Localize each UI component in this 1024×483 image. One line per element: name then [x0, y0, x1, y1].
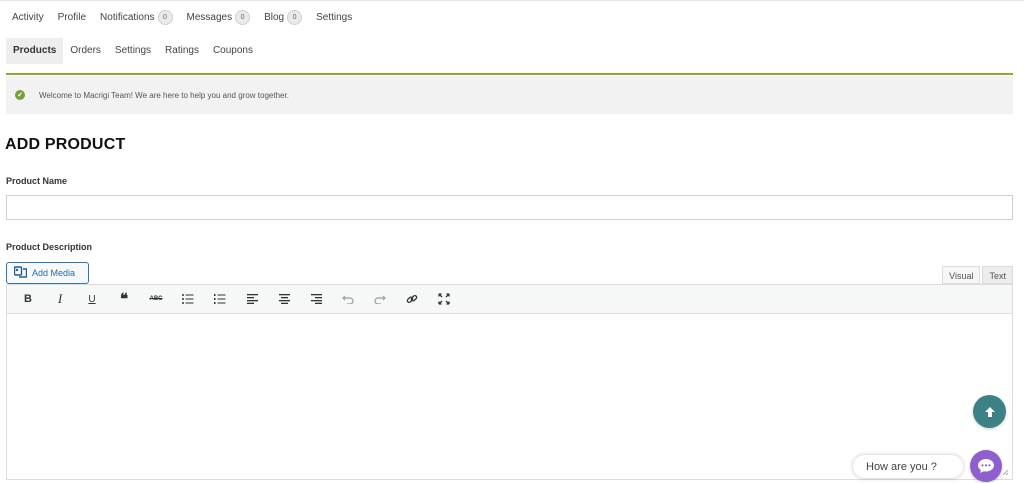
bulleted-list-icon [182, 294, 194, 304]
quote-icon: ❝ [119, 291, 129, 308]
nav-settings-label: Settings [316, 11, 353, 23]
nav-activity[interactable]: Activity [12, 12, 44, 23]
numbered-list-button[interactable] [209, 289, 231, 309]
link-icon [406, 294, 418, 304]
numbered-list-icon [214, 294, 226, 304]
align-right-button[interactable] [305, 289, 327, 309]
tab-settings[interactable]: Settings [108, 38, 158, 64]
tab-text[interactable]: Text [982, 266, 1013, 284]
align-right-icon [310, 294, 322, 304]
nav-blog[interactable]: Blog 0 [264, 9, 303, 25]
add-media-label: Add Media [32, 268, 76, 278]
strikethrough-icon: ABC [149, 296, 163, 302]
page-title: ADD PRODUCT [1, 136, 153, 155]
chat-launcher-button[interactable] [970, 450, 1002, 482]
top-border [0, 0, 1024, 1]
nav-messages-label: Messages [186, 11, 233, 23]
welcome-notice-text: Welcome to Macrigi Team! We are here to … [39, 90, 289, 100]
strikethrough-button[interactable]: ABC [145, 289, 167, 309]
resize-handle-icon[interactable] [1001, 468, 1009, 476]
align-center-icon [278, 294, 290, 304]
bulleted-list-button[interactable] [177, 289, 199, 309]
tab-coupons[interactable]: Coupons [206, 38, 260, 64]
notifications-count-badge: 0 [157, 9, 173, 25]
blog-count-badge: 0 [287, 9, 303, 25]
nav-notifications[interactable]: Notifications 0 [100, 9, 173, 25]
redo-icon [374, 295, 386, 304]
nav-activity-label: Activity [12, 11, 44, 23]
align-left-button[interactable] [241, 289, 263, 309]
undo-icon [342, 295, 354, 304]
redo-button[interactable] [369, 289, 391, 309]
tab-orders[interactable]: Orders [63, 38, 108, 64]
align-center-button[interactable] [273, 289, 295, 309]
nav-profile[interactable]: Profile [58, 12, 86, 23]
messages-count-badge: 0 [235, 9, 251, 25]
product-name-label: Product Name [6, 176, 68, 186]
welcome-notice: ✔ Welcome to Macrigi Team! We are here t… [6, 76, 1013, 114]
secondary-nav: Products Orders Settings Ratings Coupons [6, 38, 260, 64]
tab-products[interactable]: Products [6, 38, 64, 64]
insert-link-button[interactable] [401, 289, 423, 309]
align-left-icon [246, 294, 258, 304]
underline-button[interactable]: U [81, 289, 103, 309]
bold-icon: B [24, 293, 32, 305]
editor-toolbar: B I U ❝ ABC [7, 285, 1012, 314]
chat-icon [978, 459, 994, 473]
description-editor: B I U ❝ ABC [6, 284, 1013, 480]
italic-button[interactable]: I [49, 289, 71, 309]
scroll-to-top-button[interactable] [973, 395, 1006, 428]
primary-nav: Activity Profile Notifications 0 Message… [12, 9, 366, 25]
editor-mode-tabs: Visual Text [940, 266, 1013, 284]
page-title-text: ADD PRODUCT [5, 136, 126, 153]
nav-profile-label: Profile [57, 11, 87, 23]
product-name-input[interactable] [6, 195, 1013, 220]
add-media-button[interactable]: Add Media [6, 262, 89, 284]
chat-prompt-text: How are you ? [866, 460, 937, 473]
accent-divider [6, 73, 1013, 75]
blockquote-button[interactable]: ❝ [113, 289, 135, 309]
bold-button[interactable]: B [17, 289, 39, 309]
chat-prompt-bubble[interactable]: How are you ? [853, 455, 963, 478]
fullscreen-icon [438, 293, 450, 305]
tab-ratings[interactable]: Ratings [158, 38, 206, 64]
arrow-up-icon [984, 406, 995, 417]
nav-settings[interactable]: Settings [316, 12, 352, 23]
italic-icon: I [57, 291, 63, 306]
media-icon [13, 265, 28, 281]
fullscreen-button[interactable] [433, 289, 455, 309]
nav-notifications-label: Notifications [100, 11, 155, 23]
tab-visual[interactable]: Visual [942, 266, 981, 284]
check-circle-icon: ✔ [15, 90, 25, 100]
product-description-label: Product Description [6, 242, 93, 252]
nav-messages[interactable]: Messages 0 [186, 9, 251, 25]
nav-blog-label: Blog [264, 11, 285, 23]
undo-button[interactable] [337, 289, 359, 309]
underline-icon: U [88, 293, 96, 305]
